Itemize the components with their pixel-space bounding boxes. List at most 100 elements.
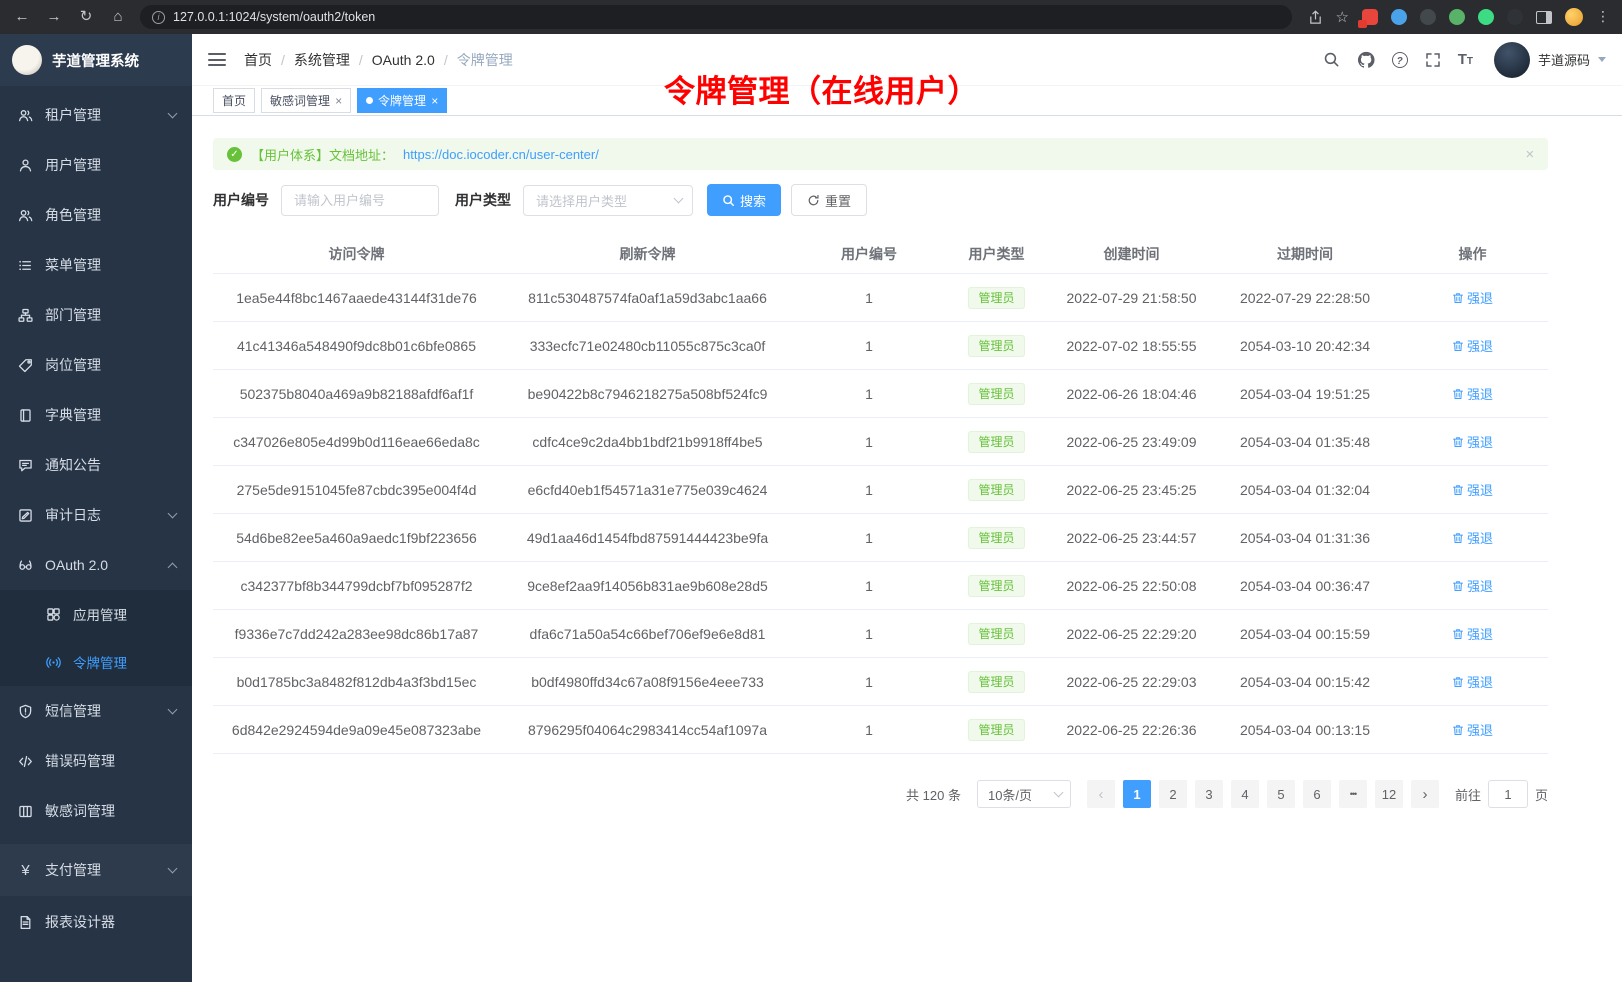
col-actions: 操作 (1397, 244, 1548, 264)
sidebar-item-label: 角色管理 (45, 205, 101, 225)
goto-page-input[interactable] (1488, 780, 1528, 808)
help-icon[interactable] (1392, 52, 1408, 68)
sidebar-item-report-designer[interactable]: 报表设计器 (0, 896, 192, 948)
close-icon[interactable] (335, 94, 342, 108)
sidebar-item-menu[interactable]: 菜单管理 (0, 240, 192, 290)
extension-icon[interactable] (1362, 9, 1378, 25)
browser-back-button[interactable] (12, 7, 32, 27)
success-check-icon (227, 147, 242, 162)
sidebar-item-role[interactable]: 角色管理 (0, 190, 192, 240)
extension-icon[interactable] (1478, 9, 1494, 25)
close-icon[interactable] (1525, 146, 1534, 164)
extension-icon[interactable] (1449, 9, 1465, 25)
page-button-6[interactable]: 6 (1303, 780, 1331, 808)
sidebar-item-dept[interactable]: 部门管理 (0, 290, 192, 340)
sidebar-item-error-code[interactable]: 错误码管理 (0, 736, 192, 786)
cell-user-id: 1 (795, 578, 943, 594)
delete-icon (1452, 532, 1464, 544)
breadcrumb-current: 令牌管理 (457, 50, 513, 70)
app-logo[interactable]: 芋道管理系统 (0, 34, 192, 86)
page-button-3[interactable]: 3 (1195, 780, 1223, 808)
tab-token-manage[interactable]: 令牌管理 (357, 88, 447, 113)
browser-profile-avatar[interactable] (1565, 8, 1583, 26)
force-logout-button[interactable]: 强退 (1452, 528, 1493, 547)
reset-button-label: 重置 (825, 191, 851, 210)
user-menu[interactable]: 芋道源码 (1494, 42, 1606, 78)
sidebar-item-token-manage[interactable]: 令牌管理 (0, 638, 192, 686)
force-logout-button[interactable]: 强退 (1452, 576, 1493, 595)
sidebar-item-tenant[interactable]: 租户管理 (0, 90, 192, 140)
force-logout-button[interactable]: 强退 (1452, 624, 1493, 643)
share-icon[interactable] (1308, 10, 1323, 25)
github-icon[interactable] (1357, 51, 1375, 69)
page-size-select[interactable]: 10条/页 (977, 780, 1071, 808)
user-type-badge: 管理员 (968, 335, 1024, 357)
next-page-button[interactable] (1411, 780, 1439, 808)
fullscreen-icon[interactable] (1425, 52, 1441, 68)
reset-button[interactable]: 重置 (791, 184, 867, 216)
sidebar-item-oauth2[interactable]: OAuth 2.0 (0, 540, 192, 590)
delete-icon (1452, 676, 1464, 688)
hamburger-icon[interactable] (208, 53, 226, 66)
font-size-icon[interactable] (1458, 51, 1473, 68)
sidebar-item-sms[interactable]: 短信管理 (0, 686, 192, 736)
sidebar-item-pay[interactable]: 支付管理 (0, 844, 192, 896)
search-icon[interactable] (1323, 51, 1340, 68)
page-button-4[interactable]: 4 (1231, 780, 1259, 808)
header-tools: 芋道源码 (1323, 42, 1606, 78)
goto-label: 前往 (1455, 785, 1481, 804)
doc-link[interactable]: https://doc.iocoder.cn/user-center/ (403, 147, 599, 162)
user-type-select[interactable]: 请选择用户类型 (523, 185, 693, 216)
force-logout-button[interactable]: 强退 (1452, 288, 1493, 307)
breadcrumb-oauth2[interactable]: OAuth 2.0 (372, 52, 435, 68)
sidebar-item-dict[interactable]: 字典管理 (0, 390, 192, 440)
user-type-badge: 管理员 (968, 623, 1024, 645)
url-text: 127.0.0.1:1024/system/oauth2/token (173, 10, 375, 24)
tab-sensitive-word[interactable]: 敏感词管理 (261, 88, 351, 113)
side-panel-icon[interactable] (1536, 11, 1552, 24)
code-icon (18, 754, 33, 769)
force-logout-button[interactable]: 强退 (1452, 384, 1493, 403)
breadcrumb-home[interactable]: 首页 (244, 50, 272, 70)
page-size-value: 10条/页 (988, 785, 1032, 804)
force-logout-button[interactable]: 强退 (1452, 336, 1493, 355)
address-bar[interactable]: 127.0.0.1:1024/system/oauth2/token (140, 5, 1292, 29)
browser-home-button[interactable] (108, 7, 128, 27)
force-logout-button[interactable]: 强退 (1452, 480, 1493, 499)
page-button-12[interactable]: 12 (1375, 780, 1403, 808)
extension-icon[interactable] (1507, 9, 1523, 25)
dictionary-icon (18, 408, 33, 423)
page-button-1[interactable]: 1 (1123, 780, 1151, 808)
app-title: 芋道管理系统 (52, 50, 139, 71)
sidebar-item-app-manage[interactable]: 应用管理 (0, 590, 192, 638)
sidebar-item-post[interactable]: 岗位管理 (0, 340, 192, 390)
page-button-5[interactable]: 5 (1267, 780, 1295, 808)
more-pages-button[interactable] (1339, 780, 1367, 808)
extension-icon[interactable] (1420, 9, 1436, 25)
cell-access-token: b0d1785bc3a8482f812db4a3f3bd15ec (213, 674, 500, 690)
force-logout-button[interactable]: 强退 (1452, 432, 1493, 451)
user-id-input[interactable] (281, 185, 439, 216)
close-icon[interactable] (431, 94, 438, 108)
pagination: 共 120 条 10条/页 1 2 3 4 5 6 12 前往 页 (213, 780, 1548, 808)
search-button[interactable]: 搜索 (707, 184, 781, 216)
cell-expire-time: 2054-03-04 00:15:59 (1213, 626, 1397, 642)
sidebar-item-notice[interactable]: 通知公告 (0, 440, 192, 490)
extension-icon[interactable] (1391, 9, 1407, 25)
site-info-icon[interactable] (152, 11, 165, 24)
sidebar-item-sensitive-word[interactable]: 敏感词管理 (0, 786, 192, 836)
prev-page-button[interactable] (1087, 780, 1115, 808)
force-logout-button[interactable]: 强退 (1452, 720, 1493, 739)
force-logout-button[interactable]: 强退 (1452, 672, 1493, 691)
sidebar-item-label: 应用管理 (73, 604, 127, 624)
cell-access-token: 6d842e2924594de9a09e45e087323abe (213, 722, 500, 738)
tab-home[interactable]: 首页 (213, 88, 255, 113)
page-button-2[interactable]: 2 (1159, 780, 1187, 808)
sidebar-item-user[interactable]: 用户管理 (0, 140, 192, 190)
browser-menu-icon[interactable] (1596, 8, 1610, 26)
browser-forward-button[interactable] (44, 7, 64, 27)
browser-reload-button[interactable] (76, 7, 96, 27)
bookmark-star-icon[interactable] (1336, 8, 1349, 27)
sidebar-item-audit-log[interactable]: 审计日志 (0, 490, 192, 540)
breadcrumb-system[interactable]: 系统管理 (294, 50, 350, 70)
